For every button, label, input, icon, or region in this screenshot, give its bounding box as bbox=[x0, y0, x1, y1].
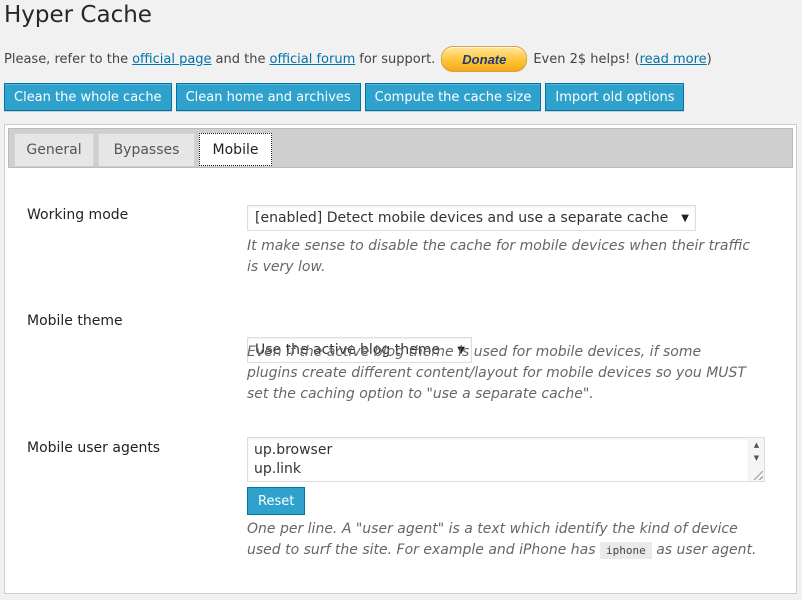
mobile-theme-desc-line2: plugins create different content/layout … bbox=[247, 365, 746, 381]
support-line: Please, refer to the official page and t… bbox=[4, 44, 712, 74]
user-agents-desc-line2: used to surf the site. For example and i… bbox=[247, 540, 756, 561]
mobile-theme-description: Even if the active blog theme is used fo… bbox=[247, 342, 746, 405]
working-mode-select[interactable]: [enabled] Detect mobile devices and use … bbox=[247, 205, 696, 231]
user-agents-desc-line1: One per line. A "user agent" is a text w… bbox=[247, 521, 738, 537]
mobile-theme-desc-line3: set the caching option to "use a separat… bbox=[247, 386, 594, 402]
tab-mobile[interactable]: Mobile bbox=[199, 133, 272, 166]
support-close-paren: ) bbox=[706, 51, 712, 67]
tab-bar: General Bypasses Mobile bbox=[8, 128, 793, 168]
iphone-code: iphone bbox=[600, 542, 652, 559]
working-mode-desc-line1: It make sense to disable the cache for m… bbox=[247, 238, 751, 254]
official-forum-link[interactable]: official forum bbox=[269, 52, 355, 67]
user-agents-label: Mobile user agents bbox=[27, 440, 161, 456]
user-agents-description: One per line. A "user agent" is a text w… bbox=[247, 519, 756, 561]
working-mode-desc-line2: is very low. bbox=[247, 259, 326, 275]
mobile-theme-label: Mobile theme bbox=[27, 313, 123, 329]
resize-grip-icon[interactable] bbox=[754, 471, 763, 480]
clean-home-archives-button[interactable]: Clean home and archives bbox=[175, 83, 361, 111]
mobile-theme-desc-line1: Even if the active blog theme is used fo… bbox=[247, 344, 702, 360]
support-helps-text: Even 2$ helps! ( bbox=[533, 51, 640, 67]
compute-cache-size-button[interactable]: Compute the cache size bbox=[364, 83, 542, 111]
read-more-link[interactable]: read more bbox=[640, 52, 707, 67]
user-agents-textarea[interactable]: up.browser up.link ▲ ▼ bbox=[247, 437, 765, 482]
import-old-options-button[interactable]: Import old options bbox=[545, 83, 685, 111]
scroll-down-icon[interactable]: ▼ bbox=[749, 452, 764, 464]
user-agent-line: up.link bbox=[254, 461, 301, 477]
tab-bypasses[interactable]: Bypasses bbox=[98, 133, 195, 166]
support-prefix: Please, refer to the bbox=[4, 51, 129, 67]
clean-whole-cache-button[interactable]: Clean the whole cache bbox=[4, 83, 172, 111]
donate-button[interactable]: Donate bbox=[441, 46, 528, 72]
support-for-support: for support. bbox=[359, 51, 436, 67]
user-agents-desc-prefix: used to surf the site. For example and i… bbox=[247, 542, 596, 558]
working-mode-label: Working mode bbox=[27, 207, 129, 223]
user-agent-line: up.browser bbox=[254, 442, 333, 458]
user-agents-desc-suffix: as user agent. bbox=[656, 542, 757, 558]
working-mode-selected: [enabled] Detect mobile devices and use … bbox=[255, 210, 669, 226]
working-mode-description: It make sense to disable the cache for m… bbox=[247, 236, 750, 278]
page-title: Hyper Cache bbox=[4, 2, 152, 28]
official-page-link[interactable]: official page bbox=[132, 52, 211, 67]
action-buttons: Clean the whole cache Clean home and arc… bbox=[4, 83, 685, 111]
tab-general[interactable]: General bbox=[14, 133, 94, 166]
dropdown-arrow-icon: ▼ bbox=[681, 212, 689, 224]
support-and-the: and the bbox=[215, 51, 266, 67]
settings-panel: General Bypasses Mobile Working mode [en… bbox=[4, 124, 797, 594]
reset-button[interactable]: Reset bbox=[247, 487, 306, 515]
